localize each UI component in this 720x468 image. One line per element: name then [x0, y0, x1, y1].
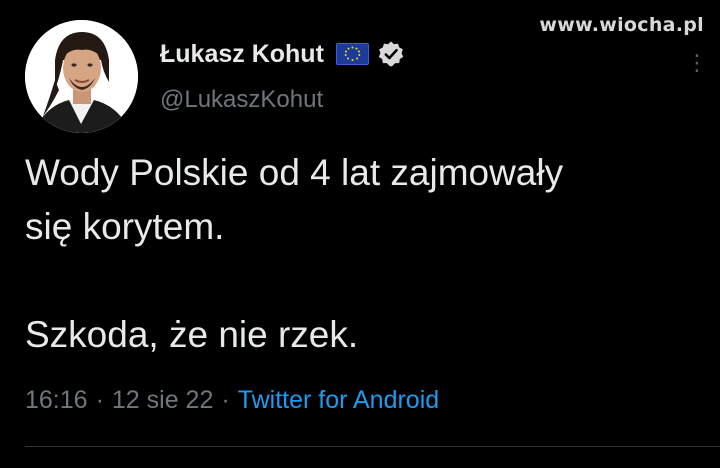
- tweet-card: www.wiocha.pl ⋮ Łukasz Kohut @LukaszKohu…: [0, 0, 720, 468]
- tweet-date[interactable]: 12 sie 22: [112, 386, 213, 415]
- display-name[interactable]: Łukasz Kohut: [160, 40, 324, 69]
- tweet-line-2: się korytem.: [25, 206, 225, 247]
- user-handle[interactable]: @LukaszKohut: [160, 86, 323, 114]
- meta-separator-2: ·: [221, 386, 230, 414]
- eu-flag-icon: [335, 43, 369, 65]
- author-row: Łukasz Kohut: [160, 38, 405, 70]
- verified-badge-icon: [377, 40, 405, 68]
- tweet-meta: 16:16 · 12 sie 22 · Twitter for Android: [25, 386, 439, 415]
- tweet-line-1: Wody Polskie od 4 lat zajmowały: [25, 152, 564, 193]
- divider: [25, 446, 720, 447]
- tweet-time[interactable]: 16:16: [25, 386, 88, 415]
- tweet-source-link[interactable]: Twitter for Android: [238, 386, 439, 415]
- watermark: www.wiocha.pl: [539, 14, 704, 36]
- avatar[interactable]: [25, 20, 138, 133]
- tweet-line-3: Szkoda, że nie rzek.: [25, 314, 359, 355]
- avatar-image: [25, 20, 138, 133]
- tweet-text: Wody Polskie od 4 lat zajmowały się kory…: [25, 146, 705, 362]
- more-icon[interactable]: ⋮: [686, 52, 708, 74]
- meta-separator: ·: [95, 386, 104, 414]
